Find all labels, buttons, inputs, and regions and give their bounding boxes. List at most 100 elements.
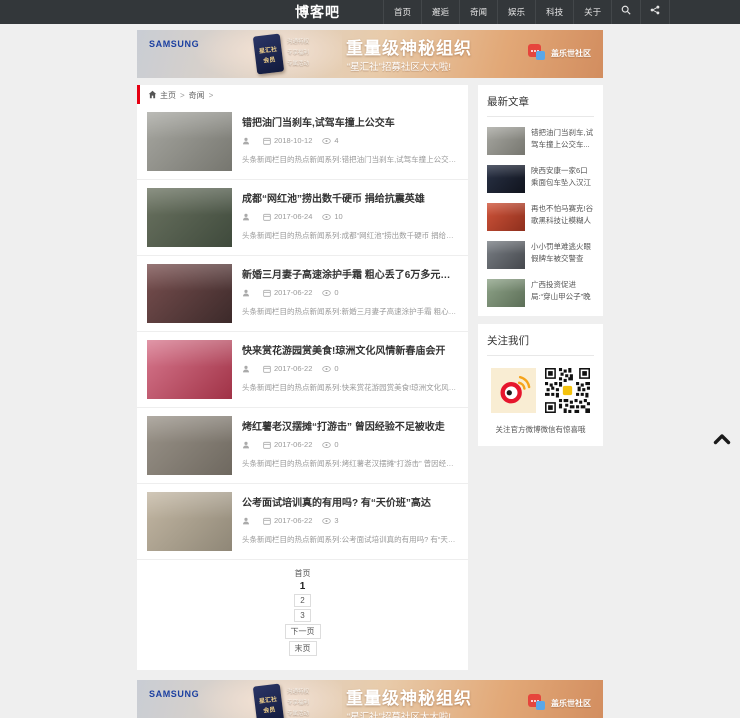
nav-item-tech[interactable]: 科技 xyxy=(535,0,573,24)
pagination-page-2[interactable]: 2 xyxy=(294,594,310,607)
latest-articles-widget: 最新文章 错把油门当刹车,试驾车撞上公交车... 陕西安康一家6口乘面包车坠入汉… xyxy=(478,85,603,316)
latest-article-text: 再也不怕马赛克!谷歌黑科技让模糊人脸变... xyxy=(531,203,594,227)
perk-3: 专属活动 xyxy=(287,709,309,718)
article-thumbnail[interactable] xyxy=(147,340,232,399)
latest-article-thumbnail xyxy=(487,127,525,155)
article-row: 错把油门当刹车,试驾车撞上公交车 2018-10-12 4 头条新闻栏目的热点新… xyxy=(137,104,468,180)
nav-item-oddnews[interactable]: 奇闻 xyxy=(459,0,497,24)
article-date: 2017-06-24 xyxy=(263,212,312,221)
search-icon xyxy=(621,0,631,24)
follow-us-widget: 关注我们 xyxy=(478,324,603,446)
article-meta: 2017-06-24 10 xyxy=(242,212,458,221)
latest-article-thumbnail xyxy=(487,241,525,269)
article-excerpt: 头条新闻栏目的热点新闻系列:成都“网红池”捞出数千硬币 捐给抗震英雄... xyxy=(242,230,458,241)
nav-item-about[interactable]: 关于 xyxy=(573,0,611,24)
perk-1: 沟通特权 xyxy=(287,687,309,698)
perk-3: 专属活动 xyxy=(287,59,309,70)
latest-article-item[interactable]: 陕西安康一家6口乘面包车坠入汉江4死2伤... xyxy=(487,165,594,193)
article-views: 3 xyxy=(322,516,338,525)
samsung-logo: SAMSUNG xyxy=(149,689,199,699)
article-body: 错把油门当刹车,试驾车撞上公交车 2018-10-12 4 头条新闻栏目的热点新… xyxy=(242,112,458,171)
share-button[interactable] xyxy=(640,0,670,24)
date-text: 2017-06-22 xyxy=(274,440,312,449)
bottom-banner-ad[interactable]: SAMSUNG 星汇社 会员 沟通特权 专享福利 专属活动 重量级神秘组织 “星… xyxy=(137,680,603,718)
share-icon xyxy=(650,0,660,24)
article-title[interactable]: 成都“网红池”捞出数千硬币 捐给抗震英雄 xyxy=(242,190,458,205)
home-icon xyxy=(148,90,157,101)
latest-article-thumbnail xyxy=(487,165,525,193)
breadcrumb-separator: > xyxy=(209,91,214,100)
sidebar: 最新文章 错把油门当刹车,试驾车撞上公交车... 陕西安康一家6口乘面包车坠入汉… xyxy=(478,85,603,670)
author-icon xyxy=(242,517,253,525)
article-thumbnail[interactable] xyxy=(147,416,232,475)
nav-item-encounter[interactable]: 邂逅 xyxy=(421,0,459,24)
site-logo[interactable]: 博客吧 xyxy=(295,0,340,24)
article-list-panel: 主页 > 奇闻 > 错把油门当刹车,试驾车撞上公交车 2018-10-12 4 … xyxy=(137,85,468,670)
article-meta: 2017-06-22 0 xyxy=(242,364,458,373)
latest-article-text: 错把油门当刹车,试驾车撞上公交车... xyxy=(531,127,594,151)
date-text: 2017-06-22 xyxy=(274,516,312,525)
article-thumbnail[interactable] xyxy=(147,112,232,171)
nav-item-home[interactable]: 首页 xyxy=(383,0,421,24)
latest-article-text: 陕西安康一家6口乘面包车坠入汉江4死2伤... xyxy=(531,165,594,189)
back-to-top-button[interactable] xyxy=(713,432,731,450)
banner-community-logo: 盖乐世社区 xyxy=(528,44,591,62)
article-body: 快来赏花游园赏美食!琼洲文化风情新春庙会开 2017-06-22 0 头条新闻栏… xyxy=(242,340,458,399)
views-count: 4 xyxy=(334,136,338,145)
article-views: 4 xyxy=(322,136,338,145)
pagination-page-3[interactable]: 3 xyxy=(294,609,310,622)
article-meta: 2017-06-22 0 xyxy=(242,440,458,449)
weibo-link[interactable] xyxy=(491,368,536,413)
banner-member-card: 星汇社 会员 xyxy=(253,683,284,718)
date-text: 2018-10-12 xyxy=(274,136,312,145)
pagination-last[interactable]: 末页 xyxy=(289,641,317,656)
article-date: 2017-06-22 xyxy=(263,288,312,297)
search-button[interactable] xyxy=(611,0,640,24)
date-text: 2017-06-22 xyxy=(274,364,312,373)
author-icon xyxy=(242,137,253,145)
latest-article-item[interactable]: 错把油门当刹车,试驾车撞上公交车... xyxy=(487,127,594,155)
article-date: 2017-06-22 xyxy=(263,364,312,373)
breadcrumb-home[interactable]: 主页 xyxy=(160,90,176,101)
latest-article-item[interactable]: 再也不怕马赛克!谷歌黑科技让模糊人脸变... xyxy=(487,203,594,231)
author-icon xyxy=(242,213,253,221)
views-count: 0 xyxy=(334,364,338,373)
banner-subtitle: “星汇社”招募社区大大啦! xyxy=(347,59,451,73)
author-icon xyxy=(242,441,253,449)
article-title[interactable]: 烤红薯老汉摆摊“打游击” 曾因经验不足被收走 xyxy=(242,418,458,433)
breadcrumb-separator: > xyxy=(180,91,185,100)
wechat-qr-code xyxy=(545,368,590,413)
latest-article-item[interactable]: 小小罚单难逃火眼 假牌车被交警查获... xyxy=(487,241,594,269)
article-row: 新婚三月妻子高速涂护手霜 粗心丢了6万多元钻戒 2017-06-22 0 头条新… xyxy=(137,256,468,332)
author-icon xyxy=(242,289,253,297)
perk-2: 专享福利 xyxy=(287,698,309,709)
pagination-page-1-current[interactable]: 1 xyxy=(137,581,468,592)
article-body: 烤红薯老汉摆摊“打游击” 曾因经验不足被收走 2017-06-22 0 头条新闻… xyxy=(242,416,458,475)
article-title[interactable]: 新婚三月妻子高速涂护手霜 粗心丢了6万多元钻戒 xyxy=(242,266,458,281)
latest-article-item[interactable]: 广西投资促进局:“穿山甲公子”晚宴系李... xyxy=(487,279,594,307)
pagination-next[interactable]: 下一页 xyxy=(285,624,321,639)
card-line2: 会员 xyxy=(263,704,276,714)
latest-article-thumbnail xyxy=(487,203,525,231)
top-banner-ad[interactable]: SAMSUNG 星汇社 会员 沟通特权 专享福利 专属活动 重量级神秘组织 “星… xyxy=(137,30,603,78)
article-excerpt: 头条新闻栏目的热点新闻系列:公考面试培训真的有用吗? 有“天价班”高达15万元.… xyxy=(242,534,458,545)
banner-perks: 沟通特权 专享福利 专属活动 xyxy=(287,687,309,718)
article-thumbnail[interactable] xyxy=(147,492,232,551)
author-icon xyxy=(242,365,253,373)
latest-articles-title: 最新文章 xyxy=(487,94,594,117)
article-date: 2017-06-22 xyxy=(263,516,312,525)
views-count: 10 xyxy=(334,212,342,221)
article-thumbnail[interactable] xyxy=(147,188,232,247)
article-title[interactable]: 快来赏花游园赏美食!琼洲文化风情新春庙会开 xyxy=(242,342,458,357)
breadcrumb-category[interactable]: 奇闻 xyxy=(189,90,205,101)
page-body: 主页 > 奇闻 > 错把油门当刹车,试驾车撞上公交车 2018-10-12 4 … xyxy=(137,85,603,670)
banner-subtitle: “星汇社”招募社区大大啦! xyxy=(347,709,451,718)
pagination: 首页 1 2 3 下一页 末页 xyxy=(137,560,468,670)
pagination-first[interactable]: 首页 xyxy=(137,568,468,579)
article-thumbnail[interactable] xyxy=(147,264,232,323)
nav-item-entertainment[interactable]: 娱乐 xyxy=(497,0,535,24)
article-title[interactable]: 公考面试培训真的有用吗? 有“天价班”高达 xyxy=(242,494,458,509)
article-views: 0 xyxy=(322,364,338,373)
article-date: 2018-10-12 xyxy=(263,136,312,145)
article-title[interactable]: 错把油门当刹车,试驾车撞上公交车 xyxy=(242,114,458,129)
